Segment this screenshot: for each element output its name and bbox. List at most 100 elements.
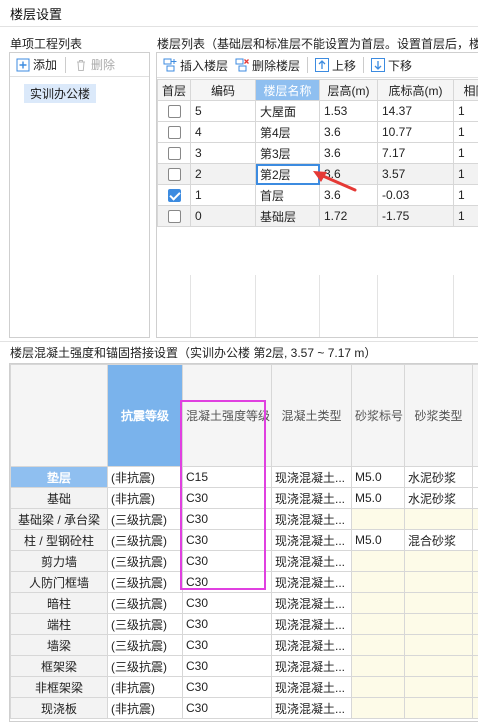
seismic-cell[interactable]: (三级抗震) — [107, 592, 183, 614]
row-header[interactable]: 端柱 — [10, 613, 108, 635]
extra-cell[interactable] — [472, 529, 478, 551]
mortar-cell[interactable] — [351, 655, 405, 677]
mortar-type-cell[interactable] — [404, 655, 473, 677]
seismic-cell[interactable]: (非抗震) — [107, 466, 183, 488]
floor-same[interactable]: 1 — [453, 163, 478, 185]
mortar-cell[interactable] — [351, 592, 405, 614]
row-header[interactable]: 现浇板 — [10, 697, 108, 719]
table-row[interactable]: 墙梁 (三级抗震) C30 现浇混凝土... — [10, 634, 478, 656]
floor-same[interactable]: 1 — [453, 142, 478, 164]
seismic-cell[interactable]: (非抗震) — [107, 676, 183, 698]
extra-cell[interactable] — [472, 697, 478, 719]
mortar-type-cell[interactable]: 水泥砂浆 — [404, 487, 473, 509]
col-header-bottom[interactable]: 底标高(m) — [377, 79, 454, 101]
mortar-cell[interactable] — [351, 697, 405, 719]
mortar-cell[interactable] — [351, 550, 405, 572]
first-floor-checkbox-checked[interactable] — [167, 189, 181, 203]
floor-bottom[interactable]: 7.17 — [377, 142, 454, 164]
mortar-type-cell[interactable] — [404, 697, 473, 719]
row-header[interactable]: 非框架梁 — [10, 676, 108, 698]
seismic-cell[interactable]: (三级抗震) — [107, 655, 183, 677]
concrete-type-cell[interactable]: 现浇混凝土... — [271, 634, 352, 656]
mortar-type-cell[interactable] — [404, 592, 473, 614]
col-header-height[interactable]: 层高(m) — [319, 79, 378, 101]
insert-floor-button[interactable]: 插入楼层 — [163, 57, 228, 74]
mortar-type-cell[interactable] — [404, 550, 473, 572]
row-header[interactable]: 基础梁 / 承台梁 — [10, 508, 108, 530]
floor-height[interactable]: 3.6 — [319, 121, 378, 143]
mortar-cell[interactable] — [351, 676, 405, 698]
extra-cell[interactable] — [472, 571, 478, 593]
floor-code[interactable]: 5 — [190, 100, 256, 122]
concrete-type-cell[interactable]: 现浇混凝土... — [271, 676, 352, 698]
seismic-cell[interactable]: (三级抗震) — [107, 550, 183, 572]
mortar-type-cell[interactable]: 水泥砂浆 — [404, 466, 473, 488]
floor-code[interactable]: 4 — [190, 121, 256, 143]
floor-row[interactable]: 3 第3层 3.6 7.17 1 — [157, 142, 478, 164]
floor-row[interactable]: 5 大屋面 1.53 14.37 1 — [157, 100, 478, 122]
floor-same[interactable]: 1 — [453, 184, 478, 206]
floor-height[interactable]: 1.53 — [319, 100, 378, 122]
mortar-cell[interactable] — [351, 508, 405, 530]
extra-cell[interactable] — [472, 466, 478, 488]
row-header[interactable]: 剪力墙 — [10, 550, 108, 572]
floor-bottom[interactable]: 14.37 — [377, 100, 454, 122]
move-down-button[interactable]: 下移 — [371, 57, 412, 74]
table-row[interactable]: 现浇板 (非抗震) C30 现浇混凝土... — [10, 697, 478, 719]
concrete-type-cell[interactable]: 现浇混凝土... — [271, 613, 352, 635]
row-header[interactable]: 框架梁 — [10, 655, 108, 677]
floor-bottom[interactable]: 10.77 — [377, 121, 454, 143]
delete-project-button[interactable]: 删除 — [74, 56, 115, 73]
concrete-type-cell[interactable]: 现浇混凝土... — [271, 529, 352, 551]
mortar-type-cell[interactable] — [404, 613, 473, 635]
col-header-same[interactable]: 相同 — [453, 79, 478, 101]
mortar-cell[interactable] — [351, 571, 405, 593]
mortar-type-cell[interactable] — [404, 571, 473, 593]
extra-cell[interactable] — [472, 655, 478, 677]
mortar-type-cell[interactable] — [404, 508, 473, 530]
concrete-type-cell[interactable]: 现浇混凝土... — [271, 655, 352, 677]
first-floor-checkbox[interactable] — [167, 147, 181, 161]
table-row[interactable]: 暗柱 (三级抗震) C30 现浇混凝土... — [10, 592, 478, 614]
floor-name[interactable]: 基础层 — [255, 205, 320, 227]
floor-code[interactable]: 3 — [190, 142, 256, 164]
mortar-type-cell[interactable]: 混合砂浆 — [404, 529, 473, 551]
col-header-first[interactable]: 首层 — [157, 79, 191, 101]
move-up-button[interactable]: 上移 — [315, 57, 356, 74]
seismic-cell[interactable]: (三级抗震) — [107, 613, 183, 635]
floor-same[interactable]: 1 — [453, 121, 478, 143]
first-floor-checkbox[interactable] — [167, 168, 181, 182]
floor-bottom[interactable]: 3.57 — [377, 163, 454, 185]
floor-name[interactable]: 大屋面 — [255, 100, 320, 122]
row-header[interactable]: 垫层 — [10, 466, 108, 488]
delete-floor-button[interactable]: 删除楼层 — [235, 57, 300, 74]
floor-row[interactable]: 4 第4层 3.6 10.77 1 — [157, 121, 478, 143]
concrete-type-cell[interactable]: 现浇混凝土... — [271, 508, 352, 530]
floor-height[interactable]: 1.72 — [319, 205, 378, 227]
seismic-cell[interactable]: (三级抗震) — [107, 529, 183, 551]
extra-cell[interactable] — [472, 550, 478, 572]
floor-bottom[interactable]: -0.03 — [377, 184, 454, 206]
mortar-cell[interactable]: M5.0 — [351, 487, 405, 509]
col-header-code[interactable]: 编码 — [190, 79, 256, 101]
grade-cell[interactable]: C30 — [182, 676, 272, 698]
floor-height[interactable]: 3.6 — [319, 142, 378, 164]
col-header-name[interactable]: 楼层名称 — [255, 79, 320, 101]
concrete-type-cell[interactable]: 现浇混凝土... — [271, 592, 352, 614]
floor-same[interactable]: 1 — [453, 100, 478, 122]
table-row[interactable]: 框架梁 (三级抗震) C30 现浇混凝土... — [10, 655, 478, 677]
first-floor-checkbox[interactable] — [167, 126, 181, 140]
col-header-concrete-type[interactable]: 混凝土类型 — [271, 364, 352, 467]
seismic-cell[interactable]: (非抗震) — [107, 487, 183, 509]
mortar-type-cell[interactable] — [404, 634, 473, 656]
mortar-cell[interactable]: M5.0 — [351, 466, 405, 488]
extra-cell[interactable] — [472, 634, 478, 656]
mortar-cell[interactable] — [351, 634, 405, 656]
seismic-cell[interactable]: (三级抗震) — [107, 571, 183, 593]
row-header[interactable]: 墙梁 — [10, 634, 108, 656]
first-floor-checkbox[interactable] — [167, 105, 181, 119]
floor-row[interactable]: 0 基础层 1.72 -1.75 1 — [157, 205, 478, 227]
floor-name[interactable]: 第3层 — [255, 142, 320, 164]
floor-code[interactable]: 2 — [190, 163, 256, 185]
floor-name[interactable]: 第4层 — [255, 121, 320, 143]
